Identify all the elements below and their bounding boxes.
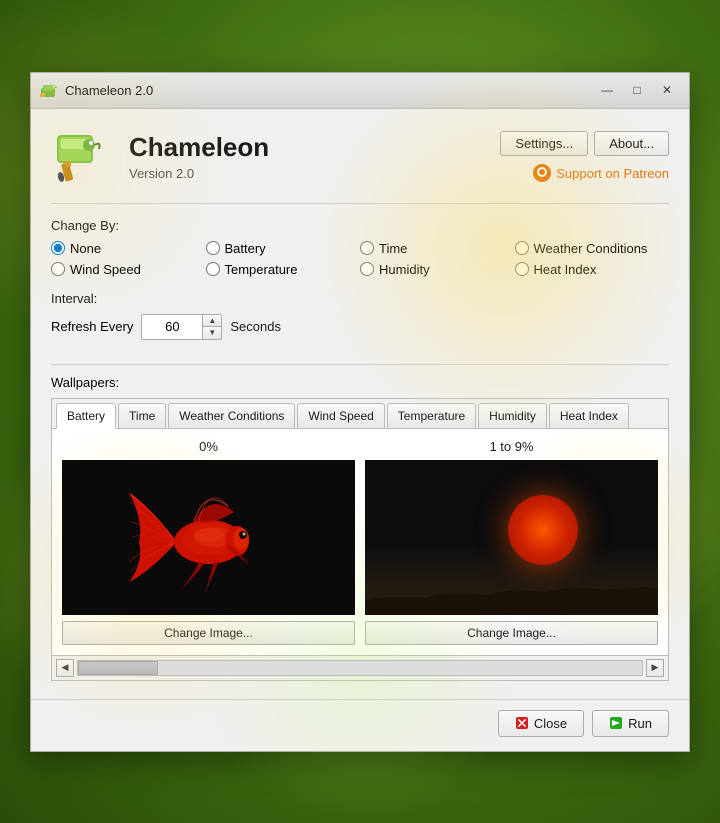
tab-battery[interactable]: Battery (56, 403, 116, 429)
seconds-label: Seconds (230, 319, 281, 334)
radio-heat-index[interactable]: Heat Index (515, 262, 670, 277)
radio-none-label: None (70, 241, 101, 256)
sun-image (365, 460, 658, 615)
wallpaper-item-1: 1 to 9% Change Image... (365, 439, 658, 645)
tab-temperature[interactable]: Temperature (387, 403, 476, 428)
radio-temp-input[interactable] (206, 262, 220, 276)
app-info: Chameleon Version 2.0 (129, 132, 500, 180)
tab-weather-conditions[interactable]: Weather Conditions (168, 403, 295, 428)
minimize-button[interactable]: — (593, 79, 621, 101)
radio-heat-label: Heat Index (534, 262, 597, 277)
title-bar-controls: — □ ✕ (593, 79, 681, 101)
patreon-link[interactable]: Support on Patreon (533, 164, 669, 182)
title-bar: Chameleon 2.0 — □ ✕ (31, 73, 689, 109)
radio-none[interactable]: None (51, 241, 206, 256)
tab-heat-index[interactable]: Heat Index (549, 403, 629, 428)
app-icon (39, 80, 59, 100)
close-icon (515, 716, 529, 730)
radio-weather-input[interactable] (515, 241, 529, 255)
spinner-up[interactable]: ▲ (203, 315, 221, 327)
wallpaper-title-1: 1 to 9% (489, 439, 533, 454)
wallpaper-item-0: 0% (62, 439, 355, 645)
radio-humidity-input[interactable] (360, 262, 374, 276)
refresh-interval-input[interactable] (142, 315, 202, 339)
wallpaper-img-0 (62, 460, 355, 615)
radio-weather-conditions[interactable]: Weather Conditions (515, 241, 670, 256)
wallpaper-img-1 (365, 460, 658, 615)
wallpapers-label: Wallpapers: (51, 375, 669, 390)
app-name: Chameleon (129, 132, 500, 163)
radio-wind-speed[interactable]: Wind Speed (51, 262, 206, 277)
radio-wind-label: Wind Speed (70, 262, 141, 277)
radio-battery-label: Battery (225, 241, 266, 256)
interval-label: Interval: (51, 291, 669, 306)
tabs-container: Battery Time Weather Conditions Wind Spe… (51, 398, 669, 681)
spinner-arrows: ▲ ▼ (202, 315, 221, 339)
radio-humidity[interactable]: Humidity (360, 262, 515, 277)
scroll-thumb (78, 661, 158, 675)
patreon-icon (533, 164, 551, 182)
footer: Close Run (31, 699, 689, 751)
patreon-text: Support on Patreon (556, 166, 669, 181)
close-window-button[interactable]: ✕ (653, 79, 681, 101)
header-btn-row: Settings... About... (500, 131, 669, 156)
radio-temperature[interactable]: Temperature (206, 262, 361, 277)
fish-image (62, 460, 355, 615)
close-button[interactable]: Close (498, 710, 584, 737)
tab-humidity[interactable]: Humidity (478, 403, 547, 428)
main-content: Chameleon Version 2.0 Settings... About.… (31, 109, 689, 697)
radio-none-input[interactable] (51, 241, 65, 255)
header-section: Chameleon Version 2.0 Settings... About.… (51, 125, 669, 204)
app-logo (51, 125, 115, 189)
radio-time-input[interactable] (360, 241, 374, 255)
radio-battery-input[interactable] (206, 241, 220, 255)
wallpaper-title-0: 0% (199, 439, 218, 454)
main-window: Chameleon 2.0 — □ ✕ (30, 72, 690, 752)
radio-time[interactable]: Time (360, 241, 515, 256)
change-image-btn-0[interactable]: Change Image... (62, 621, 355, 645)
scroll-left[interactable]: ◀ (56, 659, 74, 677)
run-label: Run (628, 716, 652, 731)
interval-row: Refresh Every ▲ ▼ Seconds (51, 314, 669, 340)
horizon-svg (365, 570, 658, 615)
maximize-button[interactable]: □ (623, 79, 651, 101)
radio-temp-label: Temperature (225, 262, 298, 277)
scroll-right[interactable]: ▶ (646, 659, 664, 677)
change-by-label: Change By: (51, 218, 669, 233)
scroll-track[interactable] (77, 660, 643, 676)
radio-humidity-label: Humidity (379, 262, 430, 277)
tabs-header: Battery Time Weather Conditions Wind Spe… (52, 399, 668, 429)
about-button[interactable]: About... (594, 131, 669, 156)
radio-wind-input[interactable] (51, 262, 65, 276)
radio-time-label: Time (379, 241, 407, 256)
radio-heat-input[interactable] (515, 262, 529, 276)
interval-section: Interval: Refresh Every ▲ ▼ Seconds (51, 291, 669, 350)
spinner-down[interactable]: ▼ (203, 327, 221, 339)
close-label: Close (534, 716, 567, 731)
tab-time[interactable]: Time (118, 403, 166, 428)
wallpapers-section: Wallpapers: Battery Time Weather Conditi… (51, 364, 669, 681)
tab-wind-speed[interactable]: Wind Speed (297, 403, 384, 428)
run-icon (609, 716, 623, 730)
sun-circle (508, 495, 578, 565)
scroll-container: ◀ ▶ (52, 655, 668, 680)
spinner-wrapper: ▲ ▼ (141, 314, 222, 340)
refresh-label: Refresh Every (51, 319, 133, 334)
radio-weather-label: Weather Conditions (534, 241, 648, 256)
change-image-btn-1[interactable]: Change Image... (365, 621, 658, 645)
change-by-section: Change By: None Battery Time Weather Con… (51, 218, 669, 277)
settings-button[interactable]: Settings... (500, 131, 588, 156)
radio-grid: None Battery Time Weather Conditions Win… (51, 241, 669, 277)
radio-battery[interactable]: Battery (206, 241, 361, 256)
fish-svg (119, 467, 299, 607)
wallpaper-grid: 0% (52, 429, 668, 655)
run-button[interactable]: Run (592, 710, 669, 737)
title-bar-text: Chameleon 2.0 (65, 83, 593, 98)
app-version: Version 2.0 (129, 166, 500, 181)
header-buttons: Settings... About... Support on Patreon (500, 131, 669, 182)
